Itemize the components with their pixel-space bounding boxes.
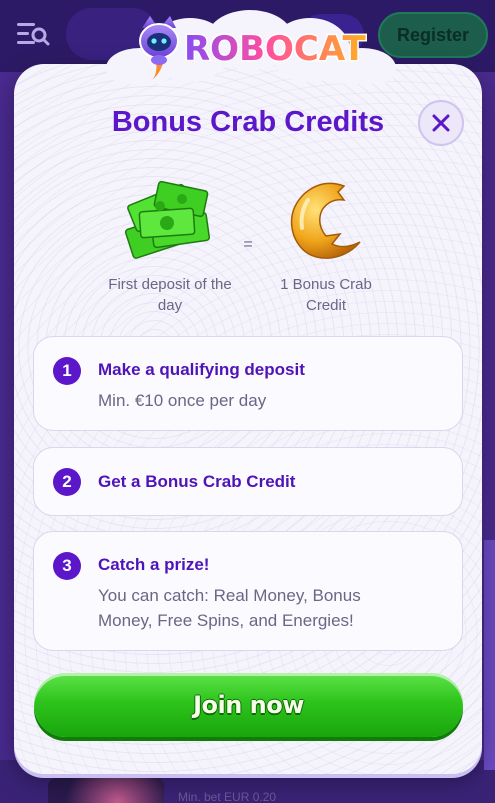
step-number-2: 2 <box>53 468 81 496</box>
bonus-credit-caption: 1 Bonus Crab Credit <box>280 276 372 314</box>
robocat-logo: ROBOCAT <box>138 14 374 80</box>
join-now-button[interactable]: Join now <box>34 673 463 737</box>
step-title-3: Catch a prize! <box>98 555 210 574</box>
cash-stack-icon <box>122 176 214 260</box>
crab-coin-icon <box>282 178 364 262</box>
logo-wordmark: ROBOCAT <box>184 29 367 69</box>
equals-sign: = <box>243 236 253 253</box>
step-card-1: 1 Make a qualifying deposit Min. €10 onc… <box>33 336 463 431</box>
step-number-3: 3 <box>53 552 81 580</box>
close-icon <box>432 114 450 132</box>
step-number-1: 1 <box>53 357 81 385</box>
game-thumbnail[interactable] <box>48 778 164 803</box>
menu-search-icon[interactable] <box>16 20 50 50</box>
min-bet-text: Min. bet EUR 0.20 <box>178 790 277 803</box>
join-now-label: Join now <box>193 691 304 719</box>
step-card-2: 2 Get a Bonus Crab Credit <box>33 447 463 516</box>
step-description-1: Min. €10 once per day <box>98 391 267 410</box>
modal-title: Bonus Crab Credits <box>111 106 385 138</box>
step-card-3: 3 Catch a prize! You can catch: Real Mon… <box>33 531 463 651</box>
step-title-1: Make a qualifying deposit <box>98 360 305 379</box>
scroll-strip <box>484 540 495 770</box>
close-button[interactable] <box>418 100 464 146</box>
step-title-2: Get a Bonus Crab Credit <box>98 472 296 491</box>
step-description-3: You can catch: Real Money, Bonus Money, … <box>98 586 361 630</box>
first-deposit-caption: First deposit of the day <box>108 276 232 314</box>
